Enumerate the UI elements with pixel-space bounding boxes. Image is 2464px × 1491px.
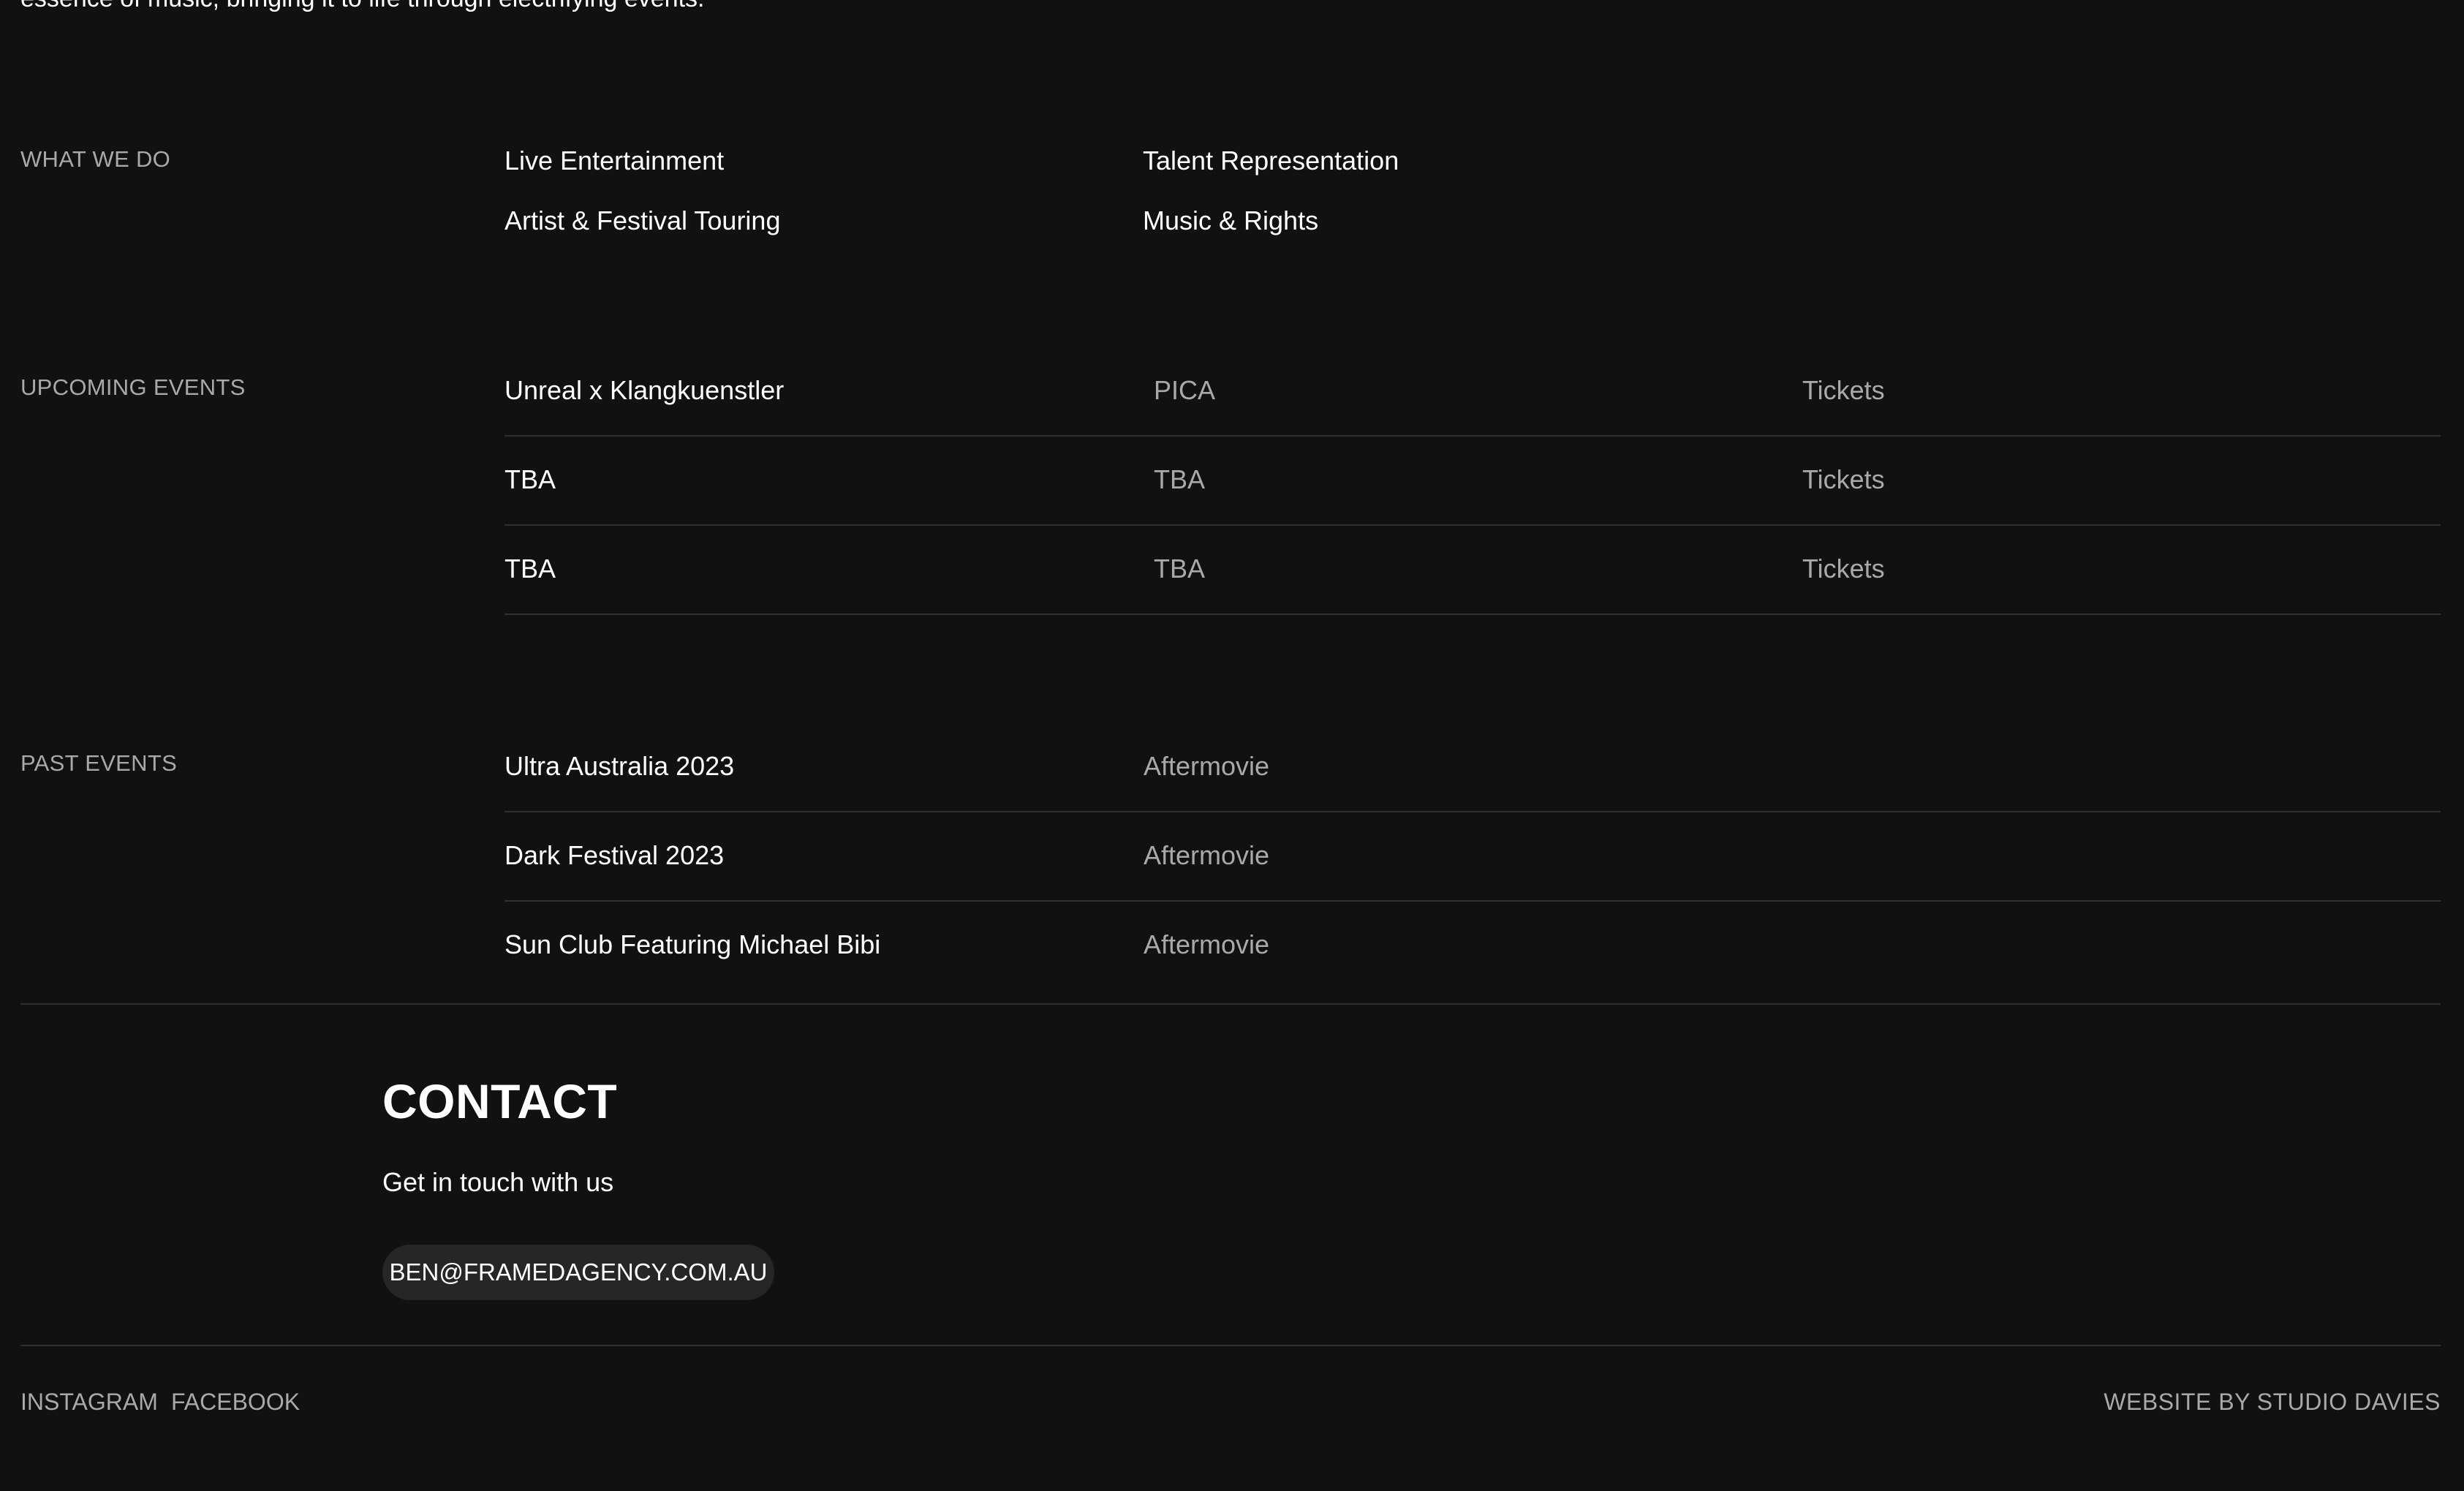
service-music-rights: Music & Rights (1143, 205, 1319, 235)
table-row: Dark Festival 2023 Aftermovie (504, 811, 2441, 902)
event-name: Unreal x Klangkuenstler (504, 375, 785, 405)
event-venue: PICA (1154, 375, 1216, 405)
service-artist-festival-touring: Artist & Festival Touring (504, 205, 781, 235)
tickets-link[interactable]: Tickets (1802, 524, 1885, 614)
service-talent-representation: Talent Representation (1143, 146, 1399, 175)
service-live-entertainment: Live Entertainment (504, 146, 725, 175)
what-we-do-label: WHAT WE DO (20, 146, 171, 172)
event-name: TBA (504, 464, 556, 494)
table-row: Sun Club Featuring Michael Bibi Aftermov… (504, 900, 2441, 989)
event-name: Ultra Australia 2023 (504, 751, 735, 781)
divider (20, 1345, 2441, 1346)
event-venue: TBA (1154, 554, 1206, 584)
tickets-link[interactable]: Tickets (1802, 435, 1885, 524)
contact-title: CONTACT (382, 1074, 618, 1128)
aftermovie-link[interactable]: Aftermovie (1144, 900, 1269, 989)
table-row: Ultra Australia 2023 Aftermovie (504, 722, 2441, 812)
table-row: Unreal x Klangkuenstler PICA Tickets (504, 346, 2441, 437)
contact-subtitle: Get in touch with us (382, 1167, 614, 1197)
table-row: TBA TBA Tickets (504, 435, 2441, 526)
divider (20, 1003, 2441, 1005)
past-events-label: PAST EVENTS (20, 750, 178, 776)
event-name: Dark Festival 2023 (504, 840, 725, 870)
email-button[interactable]: BEN@FRAMEDAGENCY.COM.AU (382, 1245, 774, 1300)
event-name: Sun Club Featuring Michael Bibi (504, 929, 881, 959)
event-venue: TBA (1154, 464, 1206, 494)
aftermovie-link[interactable]: Aftermovie (1144, 722, 1269, 811)
website-credit: WEBSITE BY STUDIO DAVIES (2104, 1389, 2441, 1415)
table-row: TBA TBA Tickets (504, 524, 2441, 615)
tickets-link[interactable]: Tickets (1802, 346, 1885, 435)
instagram-link[interactable]: INSTAGRAM (20, 1389, 158, 1416)
aftermovie-link[interactable]: Aftermovie (1144, 811, 1269, 900)
intro-text: essence of music, bringing it to life th… (20, 0, 704, 13)
upcoming-events-label: UPCOMING EVENTS (20, 374, 246, 400)
event-name: TBA (504, 554, 556, 584)
facebook-link[interactable]: FACEBOOK (171, 1389, 300, 1416)
